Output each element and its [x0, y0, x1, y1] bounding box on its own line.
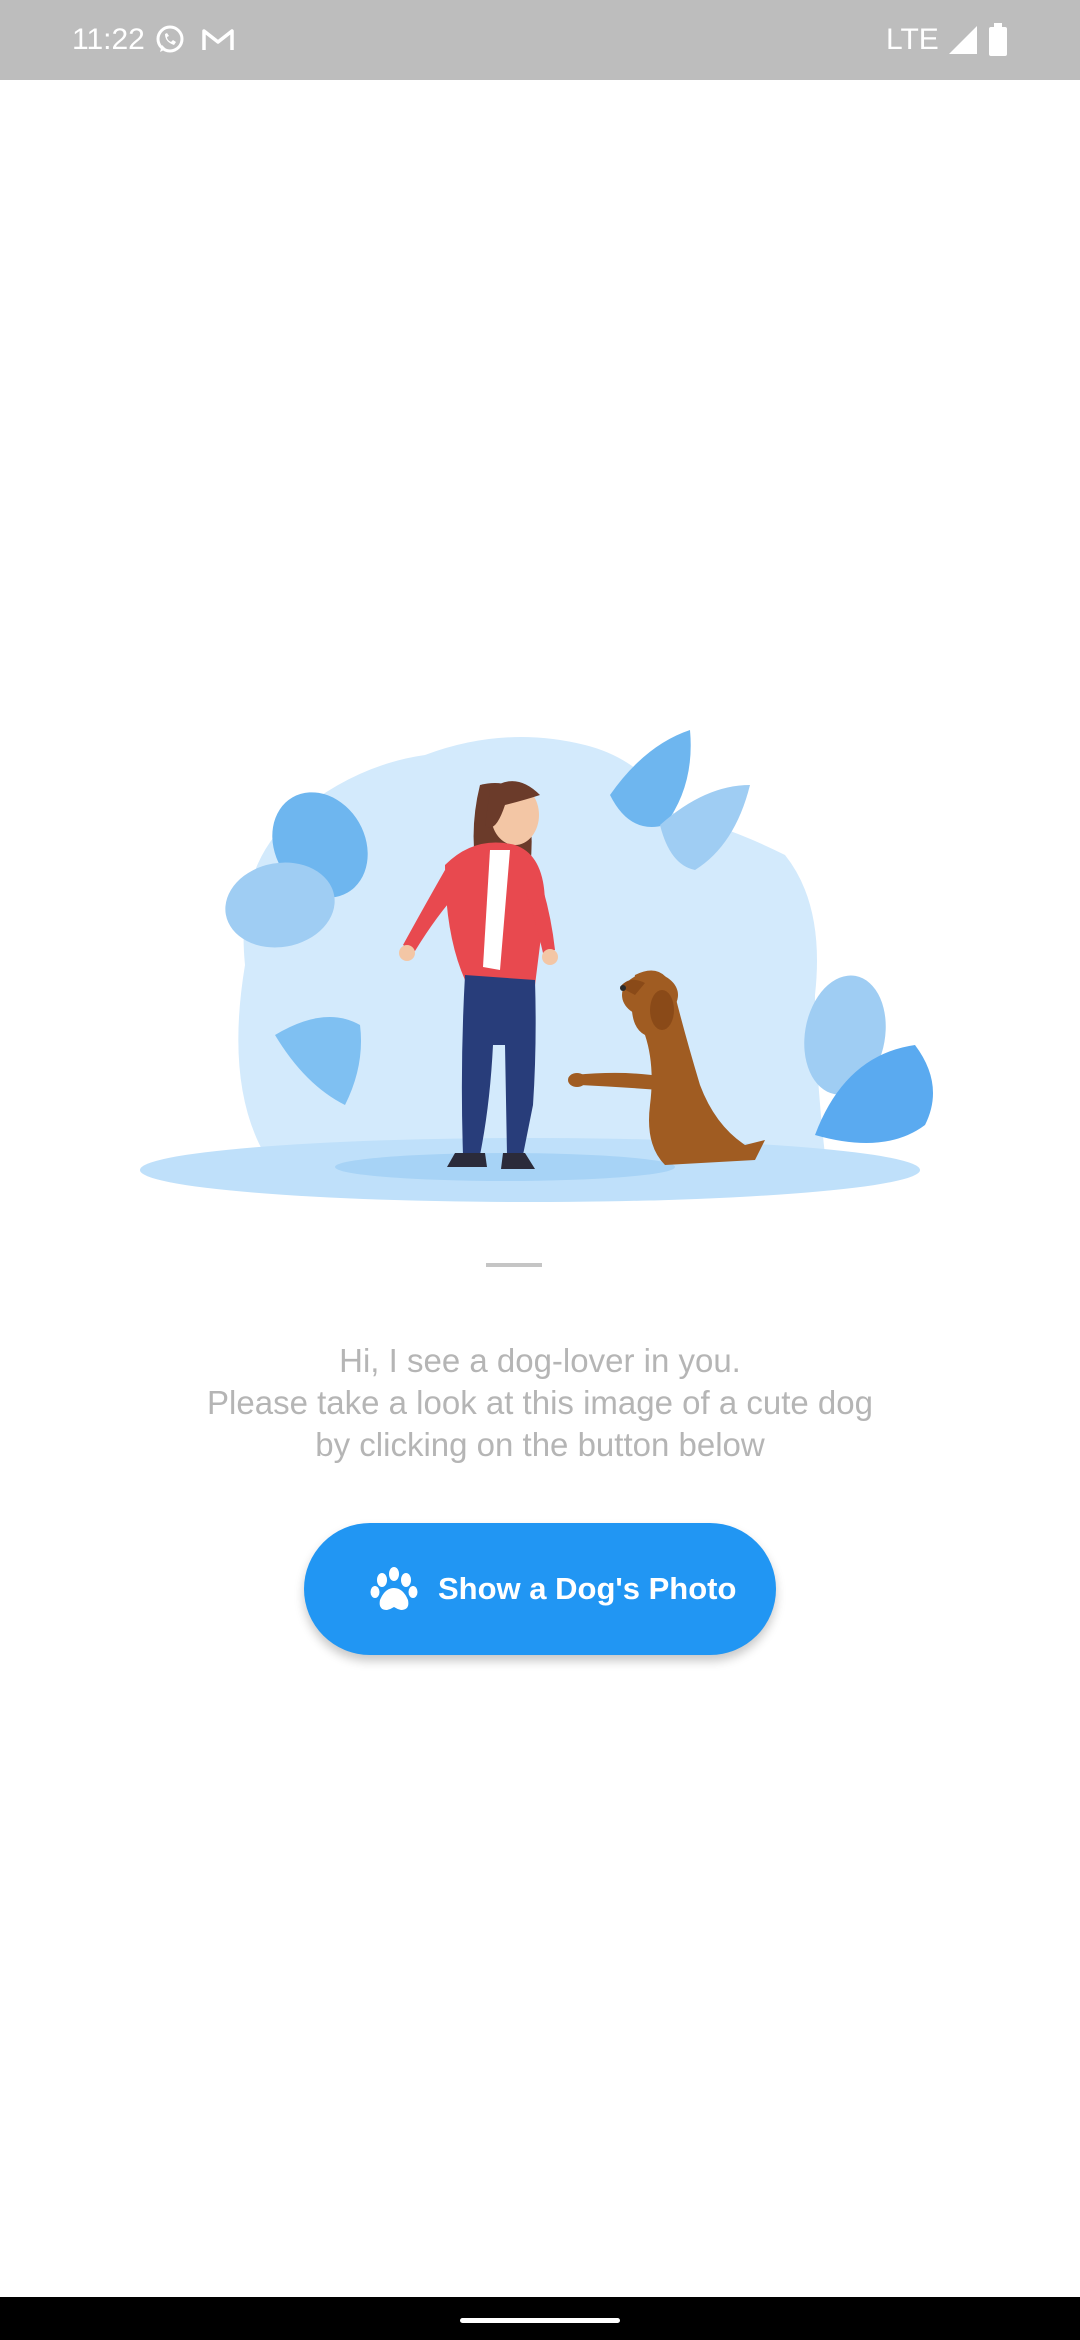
show-dog-photo-button[interactable]: Show a Dog's Photo [304, 1523, 776, 1655]
illustration-caption-mark [486, 1263, 542, 1267]
status-bar: 11:22 LTE [0, 0, 1080, 80]
screen: 11:22 LTE Hi, I see a dog-lover in you. … [0, 0, 1080, 2340]
navigation-bar [0, 2297, 1080, 2340]
message-line: Please take a look at this image of a cu… [207, 1384, 873, 1421]
home-gesture-handle[interactable] [460, 2318, 620, 2323]
status-time: 11:22 [72, 23, 145, 56]
message-line: by clicking on the button below [315, 1426, 765, 1463]
battery-icon [989, 23, 1007, 56]
paw-icon [370, 1567, 418, 1610]
signal-icon [949, 26, 977, 54]
network-type: LTE [886, 23, 939, 56]
gmail-icon [202, 29, 234, 50]
button-label: Show a Dog's Photo [438, 1571, 737, 1606]
woman-greeting-dog-illustration [140, 730, 933, 1202]
whatsapp-icon [156, 25, 184, 53]
message-line: Hi, I see a dog-lover in you. [339, 1342, 741, 1379]
intro-message: Hi, I see a dog-lover in you. Please tak… [120, 1340, 960, 1466]
